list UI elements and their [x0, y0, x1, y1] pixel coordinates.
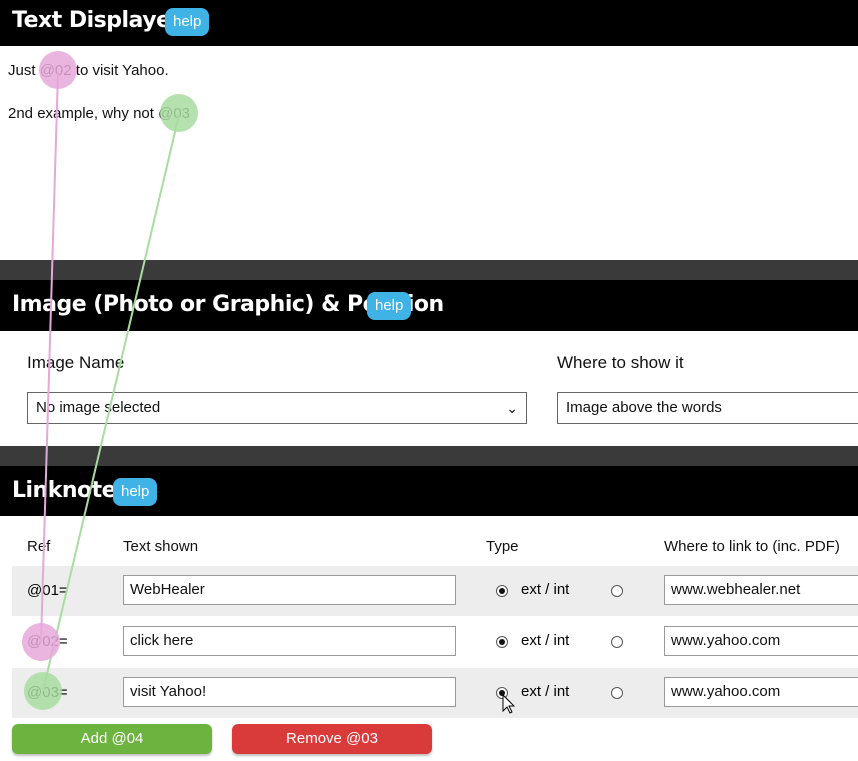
- text-line-1-ref: @02: [39, 62, 72, 79]
- add-linknote-button[interactable]: Add @04: [12, 724, 212, 754]
- text-line-2-before: 2nd example, why not: [8, 105, 159, 122]
- text-line-2-ref: @03: [158, 105, 191, 122]
- text-line-1-after: to visit Yahoo.: [71, 62, 169, 79]
- text-displayed-panel: Just @02 to visit Yahoo. 2nd example, wh…: [0, 46, 858, 260]
- linknote-ref: @02=: [27, 633, 68, 650]
- image-section-header: Image (Photo or Graphic) & Position help: [0, 280, 858, 331]
- text-shown-input[interactable]: click here: [123, 626, 456, 656]
- linknote-ref: @03=: [27, 684, 68, 701]
- linknote-ref: @01=: [27, 582, 68, 599]
- image-name-label: Image Name: [27, 353, 125, 372]
- where-value: Image above the words: [566, 399, 722, 416]
- type-label: ext / int: [521, 581, 570, 598]
- text-shown-input[interactable]: visit Yahoo!: [123, 677, 456, 707]
- image-name-select[interactable]: No image selected ⌄: [27, 392, 527, 424]
- text-line-2: 2nd example, why not @03: [8, 105, 190, 122]
- type-label: ext / int: [521, 632, 570, 649]
- type-ext-radio[interactable]: [496, 585, 508, 597]
- text-line-1: Just @02 to visit Yahoo.: [8, 62, 169, 79]
- type-ext-radio[interactable]: [496, 687, 508, 699]
- type-int-radio[interactable]: [611, 687, 623, 699]
- column-header-link: Where to link to (inc. PDF): [664, 538, 840, 555]
- chevron-down-icon: ⌄: [506, 400, 518, 416]
- text-line-1-before: Just: [8, 62, 40, 79]
- link-input[interactable]: www.yahoo.com: [664, 677, 858, 707]
- link-input[interactable]: www.yahoo.com: [664, 626, 858, 656]
- text-displayed-header: Text Displayed help: [0, 0, 858, 46]
- linknotes-header: Linknotes help: [0, 466, 858, 516]
- linknote-row: @02= click here ext / int www.yahoo.com: [12, 617, 858, 667]
- text-shown-input[interactable]: WebHealer: [123, 575, 456, 605]
- image-section-help-button[interactable]: help: [367, 292, 412, 320]
- column-header-type: Type: [486, 538, 519, 555]
- type-int-radio[interactable]: [611, 585, 623, 597]
- image-section-panel: Image Name No image selected ⌄ Where to …: [0, 331, 858, 446]
- image-name-value: No image selected: [36, 399, 161, 416]
- type-ext-radio[interactable]: [496, 636, 508, 648]
- where-label: Where to show it: [557, 353, 684, 372]
- type-int-radio[interactable]: [611, 636, 623, 648]
- linknotes-title: Linknotes: [12, 478, 129, 503]
- linknote-row: @03= visit Yahoo! ext / int www.yahoo.co…: [12, 668, 858, 718]
- column-header-ref: Ref: [27, 538, 51, 555]
- type-label: ext / int: [521, 683, 570, 700]
- text-displayed-help-button[interactable]: help: [165, 8, 210, 36]
- column-header-text: Text shown: [123, 538, 199, 555]
- linknotes-help-button[interactable]: help: [113, 478, 158, 506]
- text-displayed-title: Text Displayed: [12, 8, 186, 33]
- linknotes-panel: Ref Text shown Type Where to link to (in…: [0, 516, 858, 761]
- remove-linknote-button[interactable]: Remove @03: [232, 724, 432, 754]
- where-select[interactable]: Image above the words: [557, 392, 858, 424]
- linknote-row: @01= WebHealer ext / int www.webhealer.n…: [12, 566, 858, 616]
- link-input[interactable]: www.webhealer.net: [664, 575, 858, 605]
